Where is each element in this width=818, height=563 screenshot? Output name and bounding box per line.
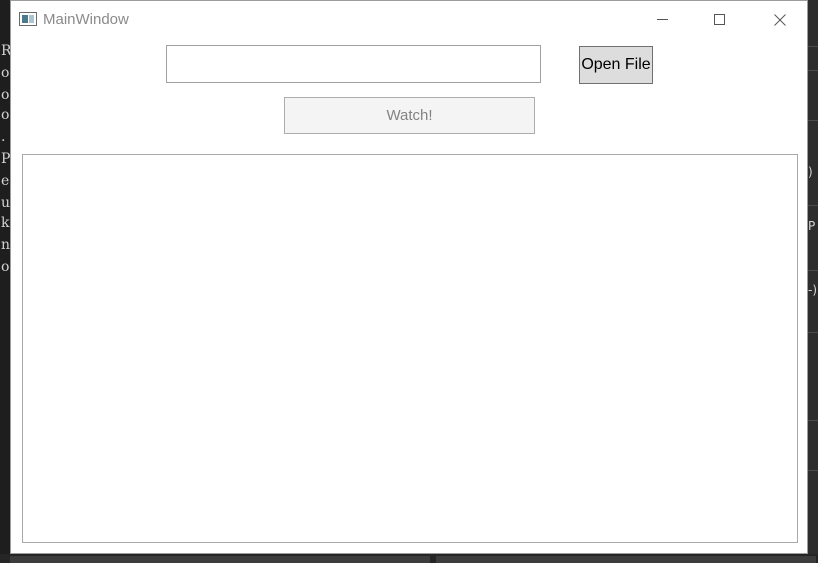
background-taskbar [0,554,818,563]
close-button[interactable] [757,1,803,38]
main-window: MainWindow Open File Watch! [10,0,808,554]
open-file-button[interactable]: Open File [579,46,653,84]
background-divider [808,120,818,121]
maximize-icon [714,14,725,25]
background-divider [808,205,818,206]
background-divider [808,46,818,47]
background-segment [10,556,430,563]
background-segment [436,556,816,563]
background-divider [808,470,818,471]
file-path-input[interactable] [166,45,541,83]
output-text-area[interactable] [22,154,798,543]
watch-button[interactable]: Watch! [284,97,535,134]
close-icon [774,14,786,26]
background-editor-right: ) P -) [808,0,818,563]
minimize-button[interactable] [640,1,686,38]
background-editor-char: ) [808,165,813,179]
window-title: MainWindow [43,11,129,28]
background-divider [808,270,818,271]
maximize-button[interactable] [697,1,743,38]
title-bar[interactable]: MainWindow [11,1,807,38]
window-app-icon [19,12,37,26]
background-divider [808,70,818,71]
background-editor-char: P [808,219,816,233]
background-divider [808,332,818,333]
background-divider [808,420,818,421]
background-editor-char: -) [808,283,818,297]
minimize-icon [657,19,668,20]
